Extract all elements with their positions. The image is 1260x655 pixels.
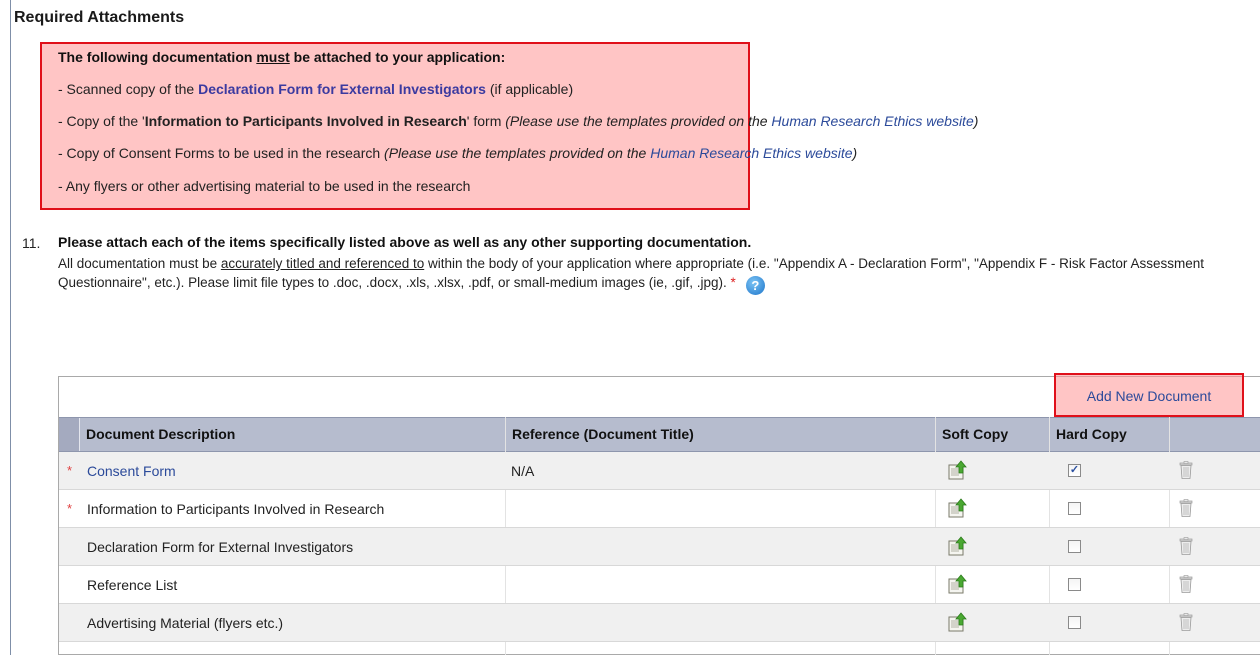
item-text: - Scanned copy of the	[58, 81, 199, 97]
intro-text-end: be attached to your application:	[289, 49, 506, 65]
document-description: Reference List	[87, 577, 178, 593]
upload-icon[interactable]	[947, 574, 967, 594]
header-soft-copy: Soft Copy	[935, 418, 1049, 451]
table-row: * Consent Form N/A ✓	[59, 452, 1260, 490]
help-icon[interactable]: ?	[745, 275, 765, 295]
trash-icon[interactable]	[1179, 499, 1193, 517]
table-row: * Information to Participants Involved in…	[59, 490, 1260, 528]
question-instructions: All documentation must be accurately tit…	[58, 254, 1258, 295]
ethics-website-link[interactable]: Human Research Ethics website	[771, 113, 973, 129]
instructions-underline: accurately titled and referenced to	[220, 256, 425, 271]
document-description: Declaration Form for External Investigat…	[87, 539, 354, 555]
question-title: Please attach each of the items specific…	[58, 234, 752, 250]
hard-copy-checkbox[interactable]	[1068, 616, 1081, 629]
intro-text: The following documentation	[58, 49, 257, 65]
item-italic-text: (Please use the templates provided on th…	[505, 113, 772, 129]
table-header-row: Document Description Reference (Document…	[59, 417, 1260, 452]
upload-icon[interactable]	[947, 460, 967, 480]
item-text: - Copy of the '	[58, 113, 145, 129]
header-reference: Reference (Document Title)	[505, 418, 935, 451]
table-row: Advertising Material (flyers etc.)	[59, 604, 1260, 642]
ethics-website-link[interactable]: Human Research Ethics website	[650, 145, 852, 161]
upload-icon[interactable]	[947, 498, 967, 518]
table-row: Reference List	[59, 566, 1260, 604]
requirement-item-declaration: - Scanned copy of the Declaration Form f…	[58, 81, 573, 97]
header-hard-copy: Hard Copy	[1049, 418, 1169, 451]
item-italic-text: )	[973, 113, 979, 129]
table-row: Declaration Form for External Investigat…	[59, 528, 1260, 566]
declaration-form-link[interactable]: Declaration Form for External Investigat…	[198, 81, 486, 97]
trash-icon[interactable]	[1179, 537, 1193, 555]
item-italic-text: (Please use the templates provided on th…	[384, 145, 651, 161]
hard-copy-checkbox[interactable]	[1068, 540, 1081, 553]
document-description: Advertising Material (flyers etc.)	[87, 615, 284, 631]
required-mark: *	[726, 275, 736, 290]
item-text: (if applicable)	[485, 81, 574, 97]
item-text: - Copy of Consent Forms to be used in th…	[58, 145, 385, 161]
document-description: Information to Participants Involved in …	[87, 501, 385, 517]
upload-icon[interactable]	[947, 612, 967, 632]
instructions-text: All documentation must be	[58, 256, 221, 271]
header-stub	[59, 418, 79, 451]
hard-copy-checkbox[interactable]: ✓	[1068, 464, 1081, 477]
hard-copy-checkbox[interactable]	[1068, 578, 1081, 591]
section-title: Required Attachments	[14, 9, 185, 26]
intro-must: must	[256, 49, 290, 65]
trash-icon[interactable]	[1179, 575, 1193, 593]
panel-border	[10, 0, 11, 655]
trash-icon[interactable]	[1179, 613, 1193, 631]
requirements-intro: The following documentation must be atta…	[58, 49, 505, 65]
hard-copy-checkbox[interactable]	[1068, 502, 1081, 515]
add-new-document-button[interactable]: Add New Document	[1054, 373, 1244, 417]
trash-icon[interactable]	[1179, 461, 1193, 479]
requirement-item-information: - Copy of the 'Information to Participan…	[58, 113, 978, 129]
item-bold-text: Information to Participants Involved in …	[144, 113, 467, 129]
document-reference: N/A	[511, 463, 535, 479]
document-description[interactable]: Consent Form	[87, 463, 176, 479]
question-number: 11.	[22, 235, 41, 251]
item-italic-text: )	[852, 145, 858, 161]
item-text: ' form	[466, 113, 506, 129]
required-marker: *	[67, 463, 73, 478]
requirement-item-flyers: - Any flyers or other advertising materi…	[58, 178, 471, 194]
required-marker: *	[67, 501, 73, 516]
header-actions	[1169, 418, 1260, 451]
upload-icon[interactable]	[947, 536, 967, 556]
requirement-item-consent: - Copy of Consent Forms to be used in th…	[58, 145, 857, 161]
header-document-description: Document Description	[79, 418, 505, 451]
